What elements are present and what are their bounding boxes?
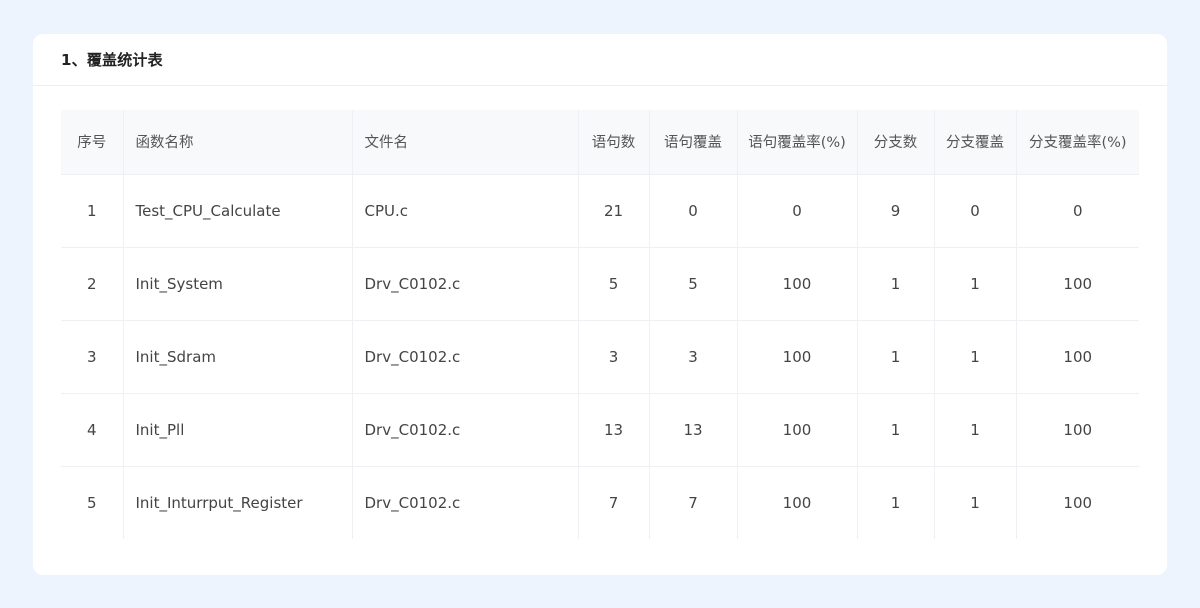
cell-branches-covered: 1 bbox=[934, 393, 1017, 467]
cell-statements: 13 bbox=[578, 393, 650, 467]
cell-function-name: Init_Inturrput_Register bbox=[123, 466, 353, 539]
header-statements-covered: 语句覆盖 bbox=[649, 110, 738, 175]
cell-branches-covered: 1 bbox=[934, 247, 1017, 321]
cell-function-name: Init_Sdram bbox=[123, 320, 353, 394]
table-header-row: 序号 函数名称 文件名 语句数 语句覆盖 语句覆盖率(%) 分支数 分支覆盖 分… bbox=[61, 110, 1139, 175]
cell-function-name: Init_System bbox=[123, 247, 353, 321]
cell-file-name: Drv_C0102.c bbox=[352, 320, 579, 394]
cell-branches: 1 bbox=[857, 466, 935, 539]
cell-statements: 21 bbox=[578, 174, 650, 248]
table-row: 2 Init_System Drv_C0102.c 5 5 100 1 1 10… bbox=[61, 247, 1139, 321]
section-title: 1、覆盖统计表 bbox=[61, 51, 163, 69]
cell-statement-coverage-rate: 100 bbox=[737, 320, 858, 394]
cell-branches: 1 bbox=[857, 320, 935, 394]
cell-statement-coverage-rate: 100 bbox=[737, 466, 858, 539]
cell-branches-covered: 1 bbox=[934, 466, 1017, 539]
header-file-name: 文件名 bbox=[352, 110, 579, 175]
header-statement-coverage-rate: 语句覆盖率(%) bbox=[737, 110, 858, 175]
header-branches: 分支数 bbox=[857, 110, 935, 175]
cell-index: 3 bbox=[61, 320, 124, 394]
cell-branches: 9 bbox=[857, 174, 935, 248]
cell-branch-coverage-rate: 100 bbox=[1016, 247, 1139, 321]
cell-statements-covered: 0 bbox=[649, 174, 738, 248]
cell-index: 4 bbox=[61, 393, 124, 467]
cell-branch-coverage-rate: 0 bbox=[1016, 174, 1139, 248]
cell-statements-covered: 3 bbox=[649, 320, 738, 394]
cell-function-name: Init_Pll bbox=[123, 393, 353, 467]
card-header: 1、覆盖统计表 bbox=[33, 34, 1167, 86]
cell-statements: 7 bbox=[578, 466, 650, 539]
table-row: 5 Init_Inturrput_Register Drv_C0102.c 7 … bbox=[61, 466, 1139, 539]
cell-index: 5 bbox=[61, 466, 124, 539]
table-row: 4 Init_Pll Drv_C0102.c 13 13 100 1 1 100 bbox=[61, 393, 1139, 467]
table-row: 3 Init_Sdram Drv_C0102.c 3 3 100 1 1 100 bbox=[61, 320, 1139, 394]
coverage-card: 1、覆盖统计表 序号 函数名称 文件名 语句数 语句覆盖 语句覆盖率(%) 分支… bbox=[33, 34, 1167, 575]
cell-statement-coverage-rate: 0 bbox=[737, 174, 858, 248]
cell-statements-covered: 7 bbox=[649, 466, 738, 539]
header-branch-coverage-rate: 分支覆盖率(%) bbox=[1016, 110, 1139, 175]
cell-statement-coverage-rate: 100 bbox=[737, 247, 858, 321]
cell-branch-coverage-rate: 100 bbox=[1063, 493, 1093, 512]
header-function-name: 函数名称 bbox=[123, 110, 353, 175]
cell-file-name: CPU.c bbox=[352, 174, 579, 248]
cell-statements: 5 bbox=[578, 247, 650, 321]
cell-statement-coverage-rate: 100 bbox=[737, 393, 858, 467]
cell-statements-covered: 13 bbox=[649, 393, 738, 467]
cell-index: 2 bbox=[61, 247, 124, 321]
cell-branches-covered: 0 bbox=[934, 174, 1017, 248]
cell-branch-coverage-rate: 100 bbox=[1016, 320, 1139, 394]
cell-branches-covered: 1 bbox=[934, 320, 1017, 394]
table-row: 1 Test_CPU_Calculate CPU.c 21 0 0 9 0 0 bbox=[61, 174, 1139, 248]
header-statements: 语句数 bbox=[578, 110, 650, 175]
cell-function-name: Test_CPU_Calculate bbox=[123, 174, 353, 248]
cell-statements: 3 bbox=[578, 320, 650, 394]
cell-statements-covered: 5 bbox=[649, 247, 738, 321]
header-index: 序号 bbox=[61, 110, 124, 175]
cell-file-name: Drv_C0102.c bbox=[352, 393, 579, 467]
cell-file-name: Drv_C0102.c bbox=[352, 247, 579, 321]
cell-file-name: Drv_C0102.c bbox=[352, 466, 579, 539]
coverage-table-container: 序号 函数名称 文件名 语句数 语句覆盖 语句覆盖率(%) 分支数 分支覆盖 分… bbox=[61, 110, 1139, 539]
cell-branches: 1 bbox=[857, 393, 935, 467]
header-branches-covered: 分支覆盖 bbox=[934, 110, 1017, 175]
cell-index: 1 bbox=[61, 174, 124, 248]
coverage-table: 序号 函数名称 文件名 语句数 语句覆盖 语句覆盖率(%) 分支数 分支覆盖 分… bbox=[61, 110, 1139, 539]
cell-branches: 1 bbox=[857, 247, 935, 321]
cell-branch-coverage-rate: 100 bbox=[1016, 393, 1139, 467]
